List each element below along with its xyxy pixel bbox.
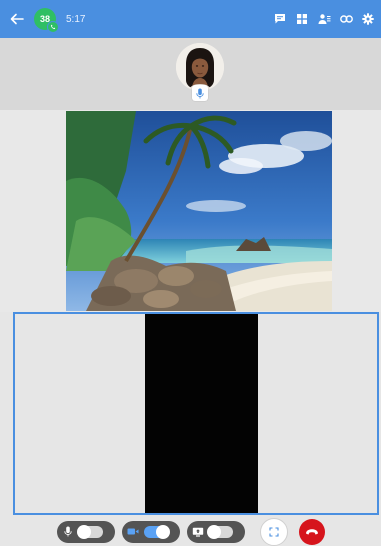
participant-mic-indicator xyxy=(192,85,208,101)
hang-up-icon xyxy=(305,528,318,535)
link-icon xyxy=(339,15,353,23)
fullscreen-button[interactable] xyxy=(259,517,288,546)
back-arrow-icon xyxy=(10,13,24,25)
mic-switch[interactable] xyxy=(76,524,103,539)
top-actions xyxy=(273,12,375,26)
screen-share-icon xyxy=(192,526,204,538)
camera-switch-knob xyxy=(155,524,170,539)
call-timer: 5:17 xyxy=(66,13,86,25)
top-bar: 38 5:17 xyxy=(0,0,381,38)
self-video-feed[interactable] xyxy=(145,314,258,513)
copy-link-button[interactable] xyxy=(339,12,353,26)
camera-icon xyxy=(127,526,139,538)
mic-switch-knob xyxy=(76,524,91,539)
grid-view-icon xyxy=(297,14,307,24)
screen-share-switch-knob xyxy=(206,524,221,539)
chat-icon xyxy=(275,14,285,24)
video-call-app: 38 5:17 xyxy=(0,0,381,546)
microphone-icon xyxy=(196,88,204,98)
fullscreen-icon xyxy=(268,526,279,537)
phone-icon xyxy=(47,21,59,33)
participants-icon xyxy=(318,14,330,24)
grid-view-button[interactable] xyxy=(295,12,309,26)
hang-up-button[interactable] xyxy=(298,518,325,545)
participants-button[interactable] xyxy=(317,12,331,26)
participant-portrait xyxy=(176,43,224,91)
settings-button[interactable] xyxy=(361,12,375,26)
beach-scene-video xyxy=(66,111,332,311)
participant-strip xyxy=(0,38,381,111)
call-controls xyxy=(0,517,381,546)
back-button[interactable] xyxy=(8,10,26,28)
screen-share-switch[interactable] xyxy=(206,524,233,539)
microphone-icon xyxy=(62,526,74,538)
camera-switch[interactable] xyxy=(143,524,170,539)
self-view-area xyxy=(13,312,379,515)
settings-icon xyxy=(362,13,374,25)
chat-button[interactable] xyxy=(273,12,287,26)
mic-toggle[interactable] xyxy=(56,520,115,543)
camera-toggle[interactable] xyxy=(121,520,180,543)
caller-avatar-badge[interactable]: 38 xyxy=(34,8,59,33)
remote-video-feed[interactable] xyxy=(66,111,332,311)
main-video-area xyxy=(0,110,381,312)
participant-avatar[interactable] xyxy=(176,43,224,91)
screen-share-toggle[interactable] xyxy=(186,520,245,543)
